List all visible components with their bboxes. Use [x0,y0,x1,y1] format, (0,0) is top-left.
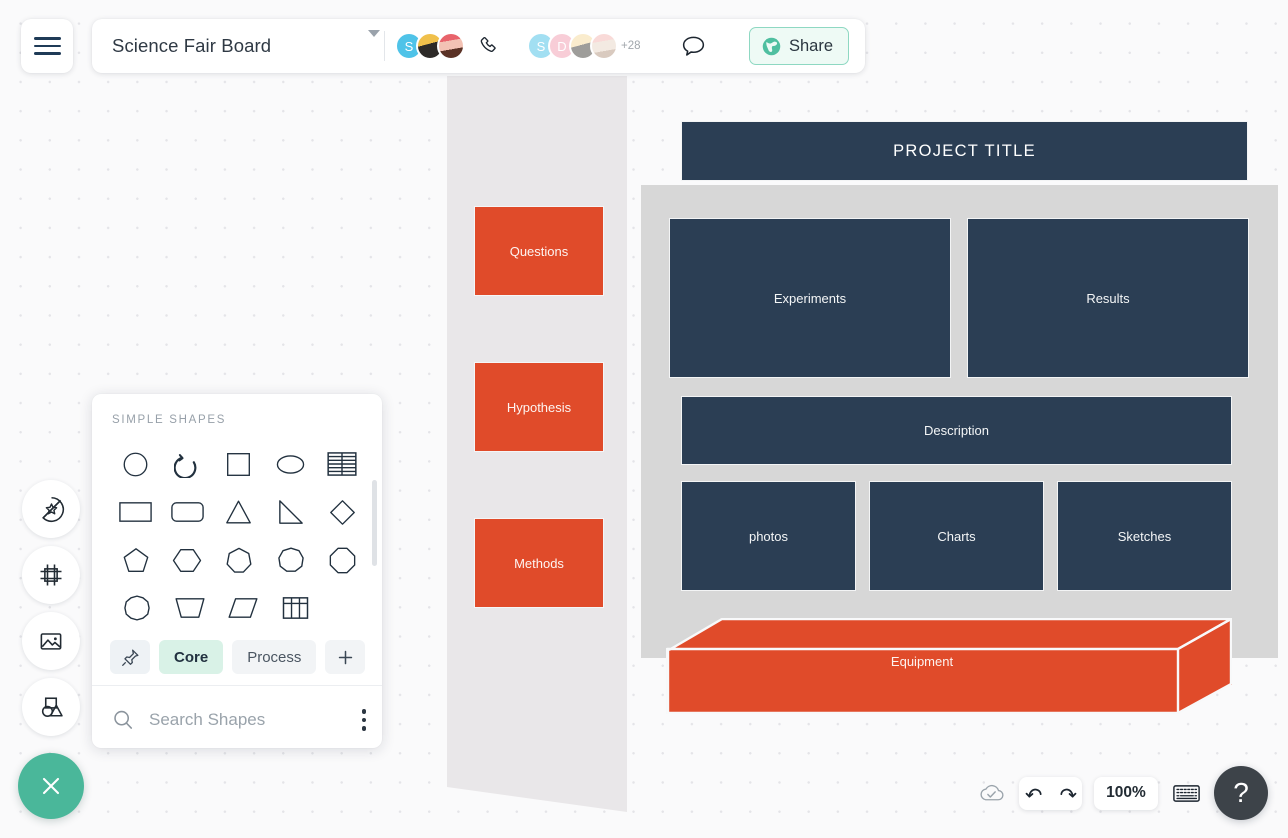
share-label: Share [788,36,833,55]
shape-pentagon[interactable] [110,537,162,583]
tool-rail [22,480,80,744]
shape-decagon[interactable] [110,585,163,631]
shapes-grid [92,440,382,632]
image-icon [40,633,62,650]
star-sticker-icon [41,496,64,522]
shapes-icon [41,697,63,717]
sticker-tool-button[interactable] [22,480,80,538]
shapes-search-bar [92,685,382,748]
globe-icon [762,37,781,55]
zoom-level-button[interactable]: 100% [1094,776,1158,810]
shapes-row [110,536,368,584]
help-button[interactable]: ? [1214,766,1268,820]
undo-arrow-icon [1025,788,1042,798]
shape-ellipse[interactable] [265,441,317,487]
shape-nonagon[interactable] [265,537,317,583]
close-panel-button[interactable] [18,753,84,819]
core-tab-button[interactable]: Core [159,640,224,674]
shape-square[interactable] [213,441,265,487]
keyboard-icon [1172,784,1200,802]
equipment-label: Equipment [890,654,954,669]
bottom-toolbar: 100% ? [975,766,1268,820]
avatar[interactable] [590,32,618,60]
avatar[interactable] [437,32,465,60]
shape-right-triangle[interactable] [265,489,317,535]
search-input[interactable] [147,709,331,731]
board-card-experiments[interactable]: Experiments [669,218,951,378]
board-card-description[interactable]: Description [681,396,1232,465]
hamburger-menu-button[interactable] [21,19,73,73]
board-card-questions[interactable]: Questions [474,206,604,296]
active-collaborators-group[interactable]: S [395,32,465,60]
shape-circle[interactable] [110,441,162,487]
board-card-photos[interactable]: photos [681,481,856,591]
board-title-text: Science Fair Board [112,35,272,56]
plus-icon [338,650,353,664]
hamburger-menu-icon [33,32,61,60]
keyboard-shortcuts-button[interactable] [1170,777,1202,809]
equipment-box-front-face: Equipment [666,648,1178,714]
board-card-project-title[interactable]: PROJECT TITLE [681,121,1248,181]
undo-redo-group [1019,776,1082,810]
phone-icon [480,36,496,52]
shape-heptagon[interactable] [213,537,265,583]
board-card-results[interactable]: Results [967,218,1249,378]
comments-button[interactable] [677,29,711,63]
shapes-panel-scrollbar[interactable] [372,480,377,566]
shapes-library-panel: SIMPLE SHAPES Core Process Search Shapes [92,394,382,748]
shape-arc-arrow[interactable] [162,441,214,487]
shape-rectangle[interactable] [110,489,162,535]
save-status-button[interactable] [975,777,1007,809]
shape-rounded-rectangle[interactable] [162,489,214,535]
call-button[interactable] [471,29,505,63]
board-card-methods[interactable]: Methods [474,518,604,608]
shape-table-grid[interactable] [269,585,322,631]
pin-tab-button[interactable] [110,640,150,674]
undo-button[interactable] [1020,777,1048,809]
board-card-charts[interactable]: Charts [869,481,1044,591]
add-shape-library-button[interactable] [325,640,366,674]
shape-trapezoid[interactable] [163,585,216,631]
more-vertical-icon[interactable] [361,709,366,731]
board-card-hypothesis[interactable]: Hypothesis [474,362,604,452]
shapes-panel-header: SIMPLE SHAPES [112,414,227,426]
board-card-sketches[interactable]: Sketches [1057,481,1232,591]
shapes-panel-tabs: Core Process [92,632,382,674]
image-tool-button[interactable] [22,612,80,670]
frame-tool-button[interactable] [22,546,80,604]
shape-triangle[interactable] [213,489,265,535]
redo-button[interactable] [1053,777,1081,809]
process-tab-button[interactable]: Process [232,640,317,674]
share-button[interactable]: Share [748,27,849,65]
viewer-collaborators-group[interactable]: S D +28 [527,32,641,60]
cloud-check-icon [979,784,1003,801]
shape-octagon[interactable] [316,537,368,583]
board-card-equipment-3d-box[interactable]: Equipment [666,618,1232,714]
collaborator-overflow-count: +28 [621,40,641,52]
shapes-row [110,584,368,632]
shapes-row [110,488,368,536]
board-title-dropdown[interactable]: Science Fair Board [92,30,380,57]
chevron-down-icon [368,30,380,55]
search-icon [114,710,133,729]
shapes-tool-button[interactable] [22,678,80,736]
shapes-row [110,440,368,488]
board-toolbar: Science Fair Board S S D +28 Share [92,19,865,73]
toolbar-divider [384,31,385,61]
shape-diamond[interactable] [316,489,368,535]
shape-table-lines[interactable] [316,441,368,487]
close-x-icon [42,777,60,795]
redo-arrow-icon [1059,788,1076,798]
pin-icon [121,649,138,666]
help-label: ? [1233,777,1249,808]
zoom-level-label: 100% [1106,784,1146,801]
shape-parallelogram[interactable] [216,585,269,631]
shape-hexagon[interactable] [162,537,214,583]
top-toolbar: Science Fair Board S S D +28 Share [0,0,1288,92]
frame-icon [40,564,62,586]
comment-bubble-icon [682,36,705,56]
